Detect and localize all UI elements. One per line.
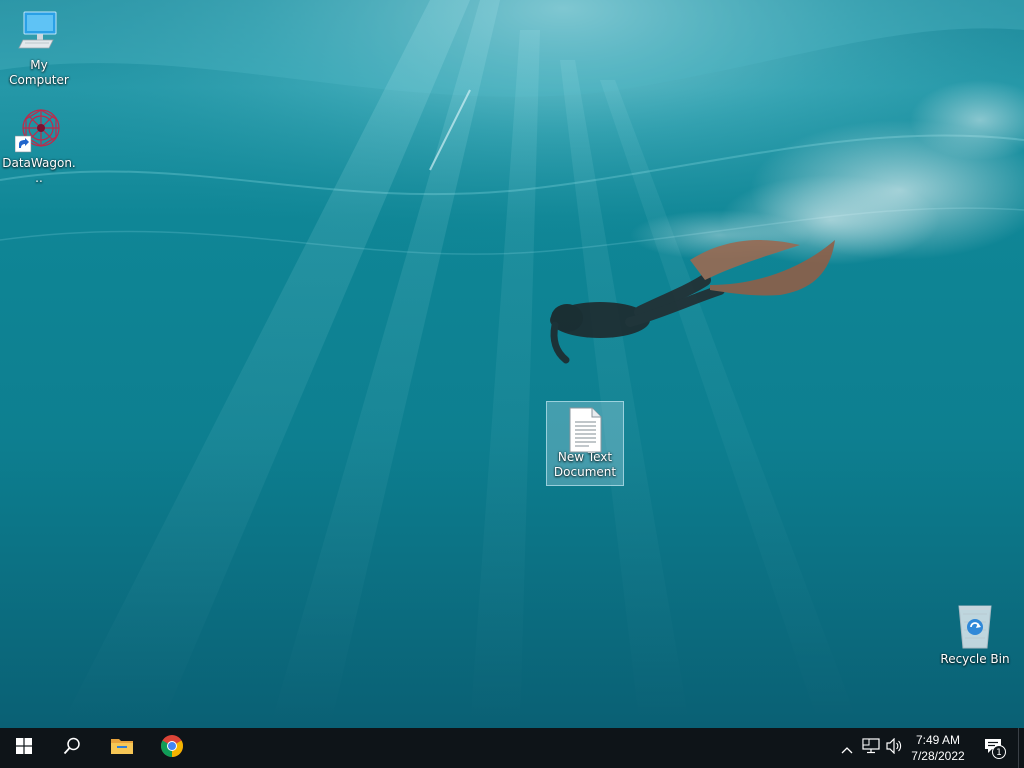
- network-icon: [862, 738, 880, 758]
- desktop-icon-label: New Text Document: [553, 450, 617, 479]
- taskbar-google-chrome[interactable]: [148, 728, 196, 768]
- recycle-bin-icon: [951, 602, 999, 650]
- taskbar-file-explorer[interactable]: [98, 728, 146, 768]
- network-tray-button[interactable]: [859, 728, 883, 768]
- desktop-icon-label: Recycle Bin: [940, 652, 1010, 666]
- clock-time: 7:49 AM: [915, 733, 961, 747]
- notification-count-badge: 1: [992, 745, 1006, 759]
- clock[interactable]: 7:49 AM 7/28/2022: [906, 728, 970, 768]
- clock-date: 7/28/2022: [911, 749, 965, 763]
- show-hidden-icons-button[interactable]: [836, 728, 858, 768]
- action-center-button[interactable]: 1: [976, 728, 1010, 768]
- windows-logo-icon: [16, 738, 32, 758]
- desktop-icon-datawagon[interactable]: DataWagon...: [1, 106, 77, 186]
- desktop-icon-recycle-bin[interactable]: Recycle Bin: [937, 602, 1013, 667]
- desktop-icon-label: DataWagon...: [2, 156, 76, 185]
- computer-icon: [15, 8, 63, 56]
- underwater-wallpaper: [0, 0, 1024, 728]
- start-button[interactable]: [0, 728, 48, 768]
- desktop-icon-label: My Computer: [9, 58, 69, 87]
- datawagon-shortcut-icon: [14, 106, 63, 154]
- search-button[interactable]: [48, 728, 96, 768]
- chevron-up-icon: [841, 739, 853, 758]
- desktop[interactable]: My Computer DataWagon... New Text Docume…: [0, 0, 1024, 728]
- volume-tray-button[interactable]: [884, 728, 906, 768]
- taskbar: 7:49 AM 7/28/2022 1: [0, 728, 1024, 768]
- search-icon: [63, 737, 81, 759]
- show-desktop-button[interactable]: [1018, 728, 1024, 768]
- desktop-icon-my-computer[interactable]: My Computer: [1, 8, 77, 88]
- folder-icon: [110, 736, 134, 760]
- speaker-icon: [886, 737, 904, 758]
- text-document-icon: [561, 406, 609, 454]
- desktop-icon-new-text-document[interactable]: New Text Document: [546, 401, 624, 486]
- chrome-icon: [160, 734, 184, 762]
